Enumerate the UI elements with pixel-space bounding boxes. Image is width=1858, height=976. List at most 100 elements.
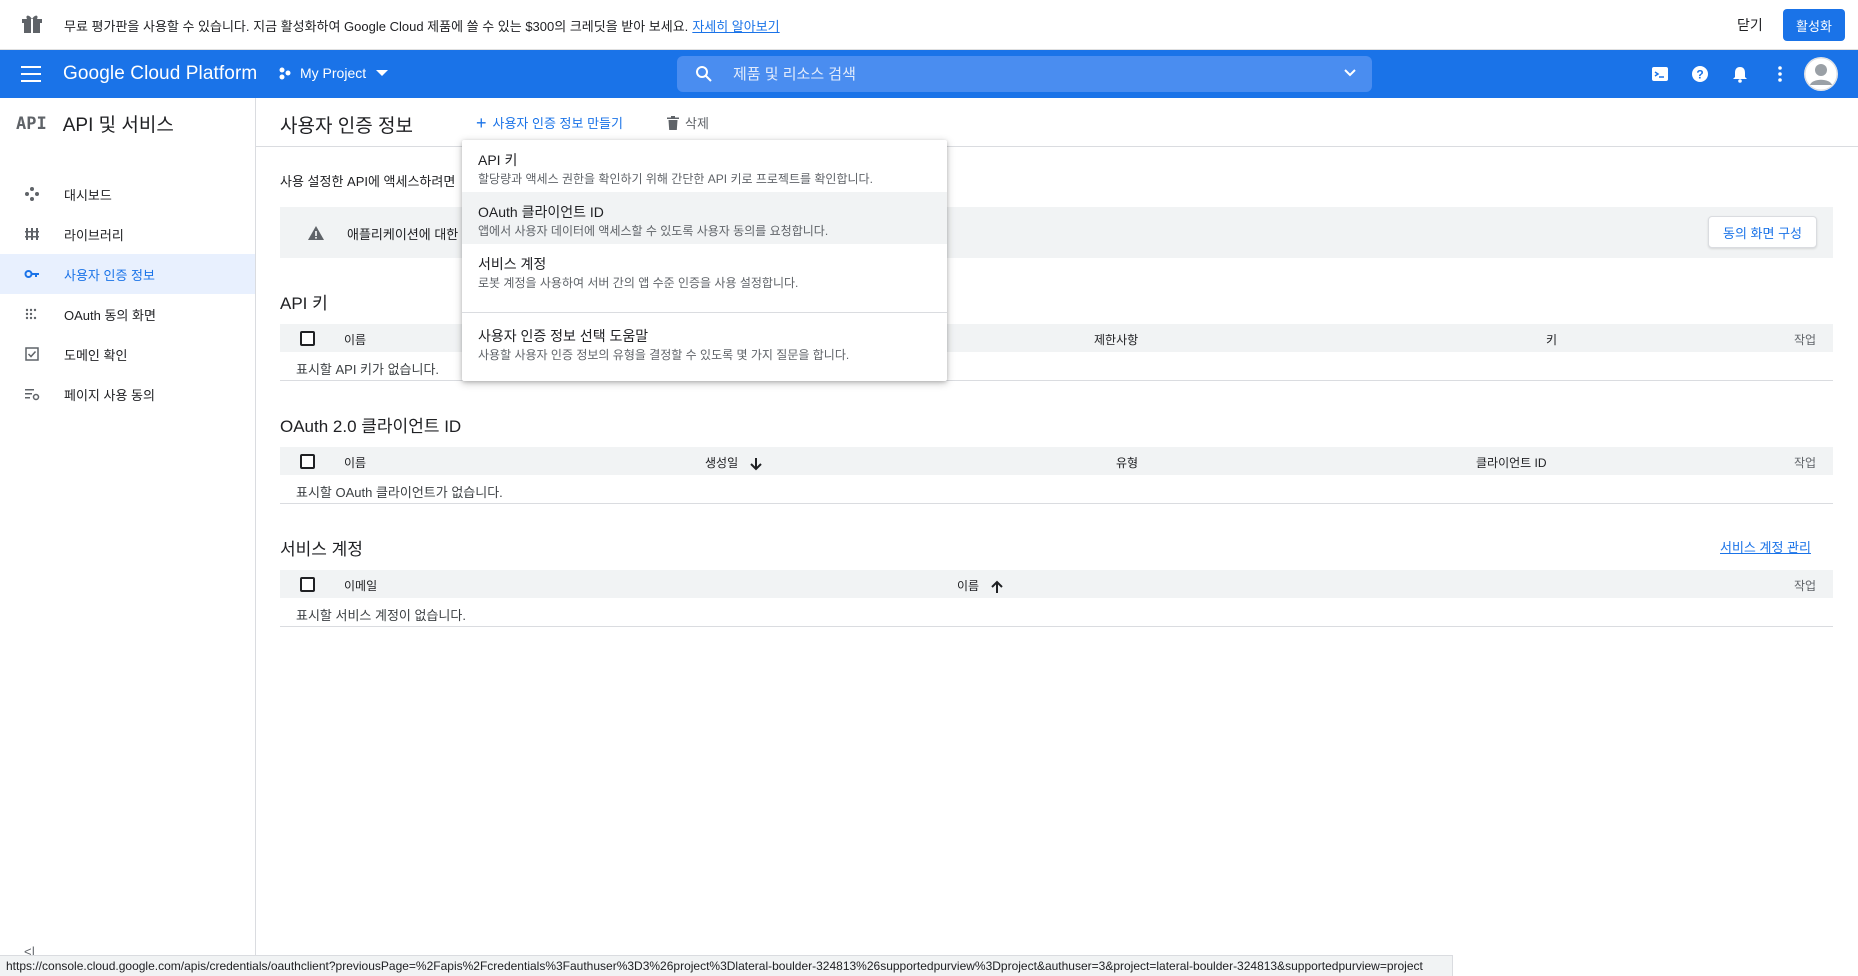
project-name: My Project xyxy=(300,65,367,81)
consent-icon xyxy=(25,308,37,320)
account-avatar[interactable] xyxy=(1804,57,1838,91)
service-accounts-table-header: 이메일 이름 작업 xyxy=(280,570,1833,598)
search-bar[interactable] xyxy=(677,56,1372,92)
empty-message: 표시할 OAuth 클라이언트가 없습니다. xyxy=(296,485,503,500)
library-icon xyxy=(25,228,39,240)
close-promo-button[interactable]: 닫기 xyxy=(1737,15,1763,35)
caret-down-icon xyxy=(376,70,389,76)
hamburger-menu-icon[interactable] xyxy=(21,66,41,82)
checkbox-icon xyxy=(25,347,39,361)
sidebar-item-domain-verification[interactable]: 도메인 확인 xyxy=(0,334,255,374)
gift-icon xyxy=(22,15,42,33)
manage-service-accounts-link[interactable]: 서비스 계정 관리 xyxy=(1720,537,1811,556)
plus-icon: + xyxy=(476,112,487,133)
api-logo-icon: API xyxy=(16,113,47,134)
sidebar-item-page-usage-agreement[interactable]: 페이지 사용 동의 xyxy=(0,374,255,414)
brand-title[interactable]: Google Cloud Platform xyxy=(63,63,257,85)
menu-item-title: API 키 xyxy=(478,152,518,168)
column-name[interactable]: 이름 xyxy=(344,331,366,348)
sidebar-title-text: API 및 서비스 xyxy=(62,115,174,136)
oauth-empty-row: 표시할 OAuth 클라이언트가 없습니다. xyxy=(280,475,1833,504)
sidebar-item-library[interactable]: 라이브러리 xyxy=(0,214,255,254)
sidebar-title: API API 및 서비스 xyxy=(16,110,174,137)
sidebar-item-label: 라이브러리 xyxy=(64,227,124,243)
avatar-person-icon xyxy=(1804,57,1838,91)
more-vert-icon[interactable] xyxy=(1770,64,1790,84)
intro-text: 사용 설정한 API에 액세스하려면 xyxy=(280,174,456,189)
menu-item-description: 로봇 계정을 사용하여 서버 간의 앱 수준 인증을 사용 설정합니다. xyxy=(478,276,799,290)
select-all-checkbox[interactable] xyxy=(300,454,315,469)
menu-item-title: 서비스 계정 xyxy=(478,256,547,272)
column-actions: 작업 xyxy=(1794,579,1817,593)
chevron-down-icon[interactable] xyxy=(1344,69,1356,77)
column-restrictions[interactable]: 제한사항 xyxy=(1094,331,1138,348)
menu-item-oauth-client-id[interactable]: OAuth 클라이언트 ID 앱에서 사용자 데이터에 액세스할 수 있도록 사… xyxy=(462,192,947,244)
project-nodes-icon xyxy=(279,67,291,80)
trash-icon xyxy=(667,115,679,130)
warning-icon xyxy=(308,226,324,240)
sidebar-item-label: 대시보드 xyxy=(64,187,112,203)
delete-button[interactable]: 삭제 xyxy=(667,113,709,132)
oauth-clients-title: OAuth 2.0 클라이언트 ID xyxy=(280,417,462,436)
menu-item-help-me-choose[interactable]: 사용자 인증 정보 선택 도움말 사용할 사용자 인증 정보의 유형을 결정할 … xyxy=(462,313,947,365)
column-email[interactable]: 이메일 xyxy=(344,577,377,594)
project-selector[interactable]: My Project xyxy=(278,65,389,81)
promo-banner: 무료 평가판을 사용할 수 있습니다. 지금 활성화하여 Google Clou… xyxy=(0,0,1858,50)
select-all-checkbox[interactable] xyxy=(300,577,315,592)
learn-more-link[interactable]: 자세히 알아보기 xyxy=(692,19,779,34)
column-client-id[interactable]: 클라이언트 ID xyxy=(1476,454,1547,471)
create-credentials-menu: API 키 할당량과 액세스 권한을 확인하기 위해 간단한 API 키로 프로… xyxy=(462,140,947,381)
page-title: 사용자 인증 정보 xyxy=(280,116,413,137)
create-credentials-label: 사용자 인증 정보 만들기 xyxy=(492,116,623,131)
key-icon xyxy=(24,270,39,278)
api-keys-title: API 키 xyxy=(280,294,328,313)
menu-item-description: 할당량과 액세스 권한을 확인하기 위해 간단한 API 키로 프로젝트를 확인… xyxy=(478,172,873,186)
service-accounts-empty-row: 표시할 서비스 계정이 없습니다. xyxy=(280,598,1833,627)
column-name[interactable]: 이름 xyxy=(957,577,1003,594)
column-name[interactable]: 이름 xyxy=(344,454,366,471)
menu-item-title: OAuth 클라이언트 ID xyxy=(478,204,604,220)
promo-message: 무료 평가판을 사용할 수 있습니다. 지금 활성화하여 Google Clou… xyxy=(64,19,689,34)
menu-item-service-account[interactable]: 서비스 계정 로봇 계정을 사용하여 서버 간의 앱 수준 인증을 사용 설정합… xyxy=(462,244,947,296)
column-type[interactable]: 유형 xyxy=(1116,454,1138,471)
menu-item-description: 사용할 사용자 인증 정보의 유형을 결정할 수 있도록 몇 가지 질문을 합니… xyxy=(478,348,850,362)
top-app-bar: Google Cloud Platform My Project ? xyxy=(0,50,1858,98)
create-credentials-button[interactable]: + 사용자 인증 정보 만들기 xyxy=(476,113,623,132)
cloud-shell-icon[interactable] xyxy=(1650,64,1670,84)
search-icon xyxy=(696,66,712,82)
warning-message: 애플리케이션에 대한 xyxy=(347,227,459,242)
empty-message: 표시할 API 키가 없습니다. xyxy=(296,362,440,377)
link-status-bar: https://console.cloud.google.com/apis/cr… xyxy=(0,955,1453,976)
notifications-icon[interactable] xyxy=(1730,64,1750,84)
dashboard-icon xyxy=(25,187,39,201)
column-actions: 작업 xyxy=(1794,456,1817,470)
promo-text: 무료 평가판을 사용할 수 있습니다. 지금 활성화하여 Google Clou… xyxy=(64,16,780,35)
sidebar-item-dashboard[interactable]: 대시보드 xyxy=(0,174,255,214)
sidebar-item-credentials[interactable]: 사용자 인증 정보 xyxy=(0,254,255,294)
configure-consent-screen-button[interactable]: 동의 화면 구성 xyxy=(1708,216,1817,248)
service-accounts-title: 서비스 계정 xyxy=(280,540,363,559)
menu-item-api-key[interactable]: API 키 할당량과 액세스 권한을 확인하기 위해 간단한 API 키로 프로… xyxy=(462,140,947,192)
column-created-label: 생성일 xyxy=(705,456,739,470)
sidebar-item-label: 페이지 사용 동의 xyxy=(64,387,155,403)
sidebar-item-label: 사용자 인증 정보 xyxy=(64,267,155,283)
column-created[interactable]: 생성일 xyxy=(705,454,762,471)
menu-item-description: 앱에서 사용자 데이터에 액세스할 수 있도록 사용자 동의를 요청합니다. xyxy=(478,224,829,238)
column-key[interactable]: 키 xyxy=(1546,331,1557,348)
svg-text:?: ? xyxy=(1696,68,1703,82)
sidebar: API API 및 서비스 대시보드 라이브러리 사용자 인증 정보 OAuth… xyxy=(0,98,256,976)
sidebar-item-oauth-consent[interactable]: OAuth 동의 화면 xyxy=(0,294,255,334)
delete-label: 삭제 xyxy=(685,116,709,131)
select-all-checkbox[interactable] xyxy=(300,331,315,346)
sidebar-item-label: 도메인 확인 xyxy=(64,347,128,363)
empty-message: 표시할 서비스 계정이 없습니다. xyxy=(296,608,466,623)
menu-item-title: 사용자 인증 정보 선택 도움말 xyxy=(478,328,649,344)
arrow-down-icon xyxy=(750,457,762,471)
oauth-table-header: 이름 생성일 유형 클라이언트 ID 작업 xyxy=(280,447,1833,475)
arrow-up-icon xyxy=(991,580,1003,593)
column-name-label: 이름 xyxy=(957,579,980,593)
help-icon[interactable]: ? xyxy=(1690,64,1710,84)
column-actions: 작업 xyxy=(1794,333,1817,347)
activate-button[interactable]: 활성화 xyxy=(1783,9,1845,41)
search-input[interactable] xyxy=(733,62,1293,86)
